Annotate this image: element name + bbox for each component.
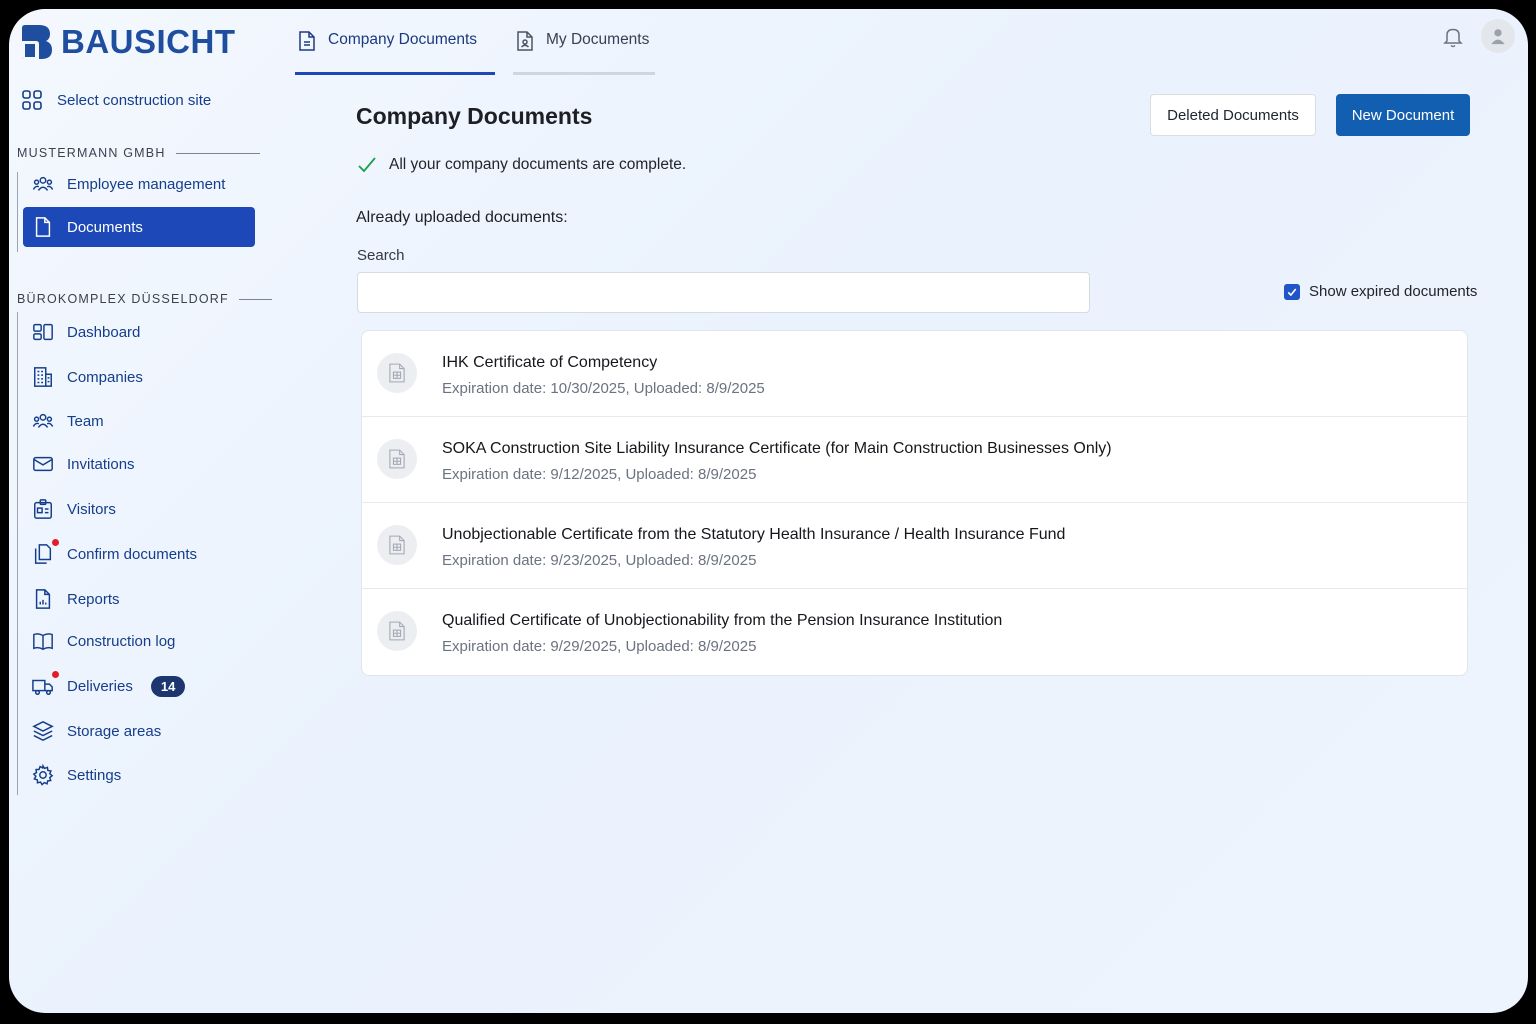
file-icon: [377, 611, 417, 651]
document-title: Qualified Certificate of Unobjectionabil…: [442, 612, 1003, 629]
document-icon: [299, 31, 315, 51]
checkmark-icon: [358, 157, 376, 173]
section-divider: [175, 152, 260, 154]
envelope-icon: [31, 452, 55, 476]
notification-dot: [52, 671, 59, 678]
show-expired-label: Show expired documents: [1309, 283, 1478, 300]
uploaded-documents-heading: Already uploaded documents:: [356, 209, 568, 226]
sidebar-item-label: Employee management: [67, 175, 226, 193]
select-construction-site-button[interactable]: Select construction site: [21, 89, 211, 111]
report-icon: [31, 587, 55, 611]
sidebar-item-team[interactable]: Team: [23, 401, 255, 441]
sidebar-item-label: Visitors: [67, 500, 116, 518]
document-row[interactable]: IHK Certificate of Competency Expiration…: [362, 331, 1467, 417]
logo[interactable]: BAUSICHT: [19, 23, 236, 61]
document-row[interactable]: SOKA Construction Site Liability Insuran…: [362, 417, 1467, 503]
document-meta: Expiration date: 9/23/2025, Uploaded: 8/…: [442, 552, 757, 569]
show-expired-checkbox[interactable]: [1284, 283, 1300, 300]
people-icon: [31, 172, 55, 196]
sidebar-item-companies[interactable]: Companies: [23, 357, 255, 397]
building-icon: [31, 365, 55, 389]
deleted-documents-button[interactable]: Deleted Documents: [1150, 94, 1316, 136]
file-icon: [377, 353, 417, 393]
document-row[interactable]: Qualified Certificate of Unobjectionabil…: [362, 589, 1467, 675]
dashboard-icon: [31, 320, 55, 344]
documents-icon: [31, 539, 59, 566]
sidebar-item-storage-areas[interactable]: Storage areas: [23, 711, 255, 751]
sidebar-item-label: Deliveries: [67, 677, 133, 695]
sidebar-item-label: Settings: [67, 766, 122, 784]
section-rail: [17, 172, 18, 252]
sidebar-item-label: Construction log: [67, 632, 176, 650]
tab-company-documents[interactable]: Company Documents: [295, 27, 495, 75]
search-input[interactable]: [357, 272, 1090, 313]
bell-icon[interactable]: [1441, 25, 1465, 49]
deliveries-count-badge: 14: [150, 675, 186, 697]
sidebar-item-construction-log[interactable]: Construction log: [23, 621, 255, 661]
sidebar-item-invitations[interactable]: Invitations: [23, 444, 255, 484]
tab-label: My Documents: [546, 31, 650, 48]
sidebar-item-label: Team: [67, 412, 104, 430]
sidebar-item-label: Documents: [67, 218, 143, 236]
document-title: Unobjectionable Certificate from the Sta…: [442, 526, 1066, 543]
sidebar-item-label: Confirm documents: [67, 545, 198, 563]
team-icon: [31, 409, 55, 433]
sidebar-item-confirm-documents[interactable]: Confirm documents: [23, 534, 255, 574]
document-row[interactable]: Unobjectionable Certificate from the Sta…: [362, 503, 1467, 589]
logo-mark-icon: [22, 25, 52, 59]
tab-label: Company Documents: [328, 31, 478, 48]
section-label-site: BÜROKOMPLEX DÜSSELDORF: [17, 292, 272, 306]
gear-icon: [31, 763, 55, 787]
tab-my-documents[interactable]: My Documents: [513, 27, 655, 75]
truck-icon: [31, 671, 59, 698]
new-document-button[interactable]: New Document: [1336, 94, 1470, 136]
sidebar-item-label: Storage areas: [67, 722, 162, 740]
sidebar-item-label: Invitations: [67, 455, 135, 473]
document-icon: [31, 215, 55, 239]
file-icon: [377, 525, 417, 565]
sidebar-item-settings[interactable]: Settings: [23, 755, 255, 795]
document-title: SOKA Construction Site Liability Insuran…: [442, 440, 1112, 457]
file-icon: [377, 439, 417, 479]
tab-underline: [513, 72, 655, 75]
sidebar-item-employee-management[interactable]: Employee management: [23, 164, 255, 204]
tab-underline-active: [295, 72, 495, 75]
logo-text: BAUSICHT: [61, 23, 236, 60]
sidebar-item-dashboard[interactable]: Dashboard: [23, 312, 255, 352]
document-list: IHK Certificate of Competency Expiration…: [361, 330, 1468, 676]
sidebar-item-label: Reports: [67, 590, 120, 608]
search-label: Search: [357, 247, 405, 264]
document-meta: Expiration date: 10/30/2025, Uploaded: 8…: [442, 380, 765, 397]
section-divider: [238, 298, 272, 300]
show-expired-toggle[interactable]: Show expired documents: [1284, 283, 1477, 300]
section-rail: [17, 312, 18, 795]
sidebar-item-deliveries[interactable]: Deliveries 14: [23, 666, 255, 706]
status-message: All your company documents are complete.: [357, 155, 686, 175]
section-label-company: MUSTERMANN GMBH: [17, 146, 260, 160]
grid-icon: [22, 90, 42, 110]
sidebar-item-reports[interactable]: Reports: [23, 579, 255, 619]
sidebar-item-label: Companies: [67, 368, 143, 386]
user-icon: [1491, 29, 1505, 45]
document-person-icon: [517, 31, 533, 51]
sidebar-item-documents[interactable]: Documents: [23, 207, 255, 247]
app-window: BAUSICHT Select construction site MUSTER…: [9, 9, 1528, 1013]
document-meta: Expiration date: 9/29/2025, Uploaded: 8/…: [442, 638, 757, 655]
sidebar-item-visitors[interactable]: Visitors: [23, 489, 255, 529]
book-icon: [31, 629, 55, 653]
sidebar-item-label: Dashboard: [67, 323, 141, 341]
document-title: IHK Certificate of Competency: [442, 354, 658, 371]
layers-icon: [31, 719, 55, 743]
sidebar: BAUSICHT Select construction site MUSTER…: [9, 9, 279, 1013]
badge-icon: [31, 497, 55, 521]
document-meta: Expiration date: 9/12/2025, Uploaded: 8/…: [442, 466, 757, 483]
check-icon: [1287, 287, 1297, 296]
avatar[interactable]: [1481, 19, 1515, 53]
page-title: Company Documents: [356, 103, 593, 129]
notification-dot: [52, 539, 59, 546]
select-site-label: Select construction site: [57, 91, 212, 109]
